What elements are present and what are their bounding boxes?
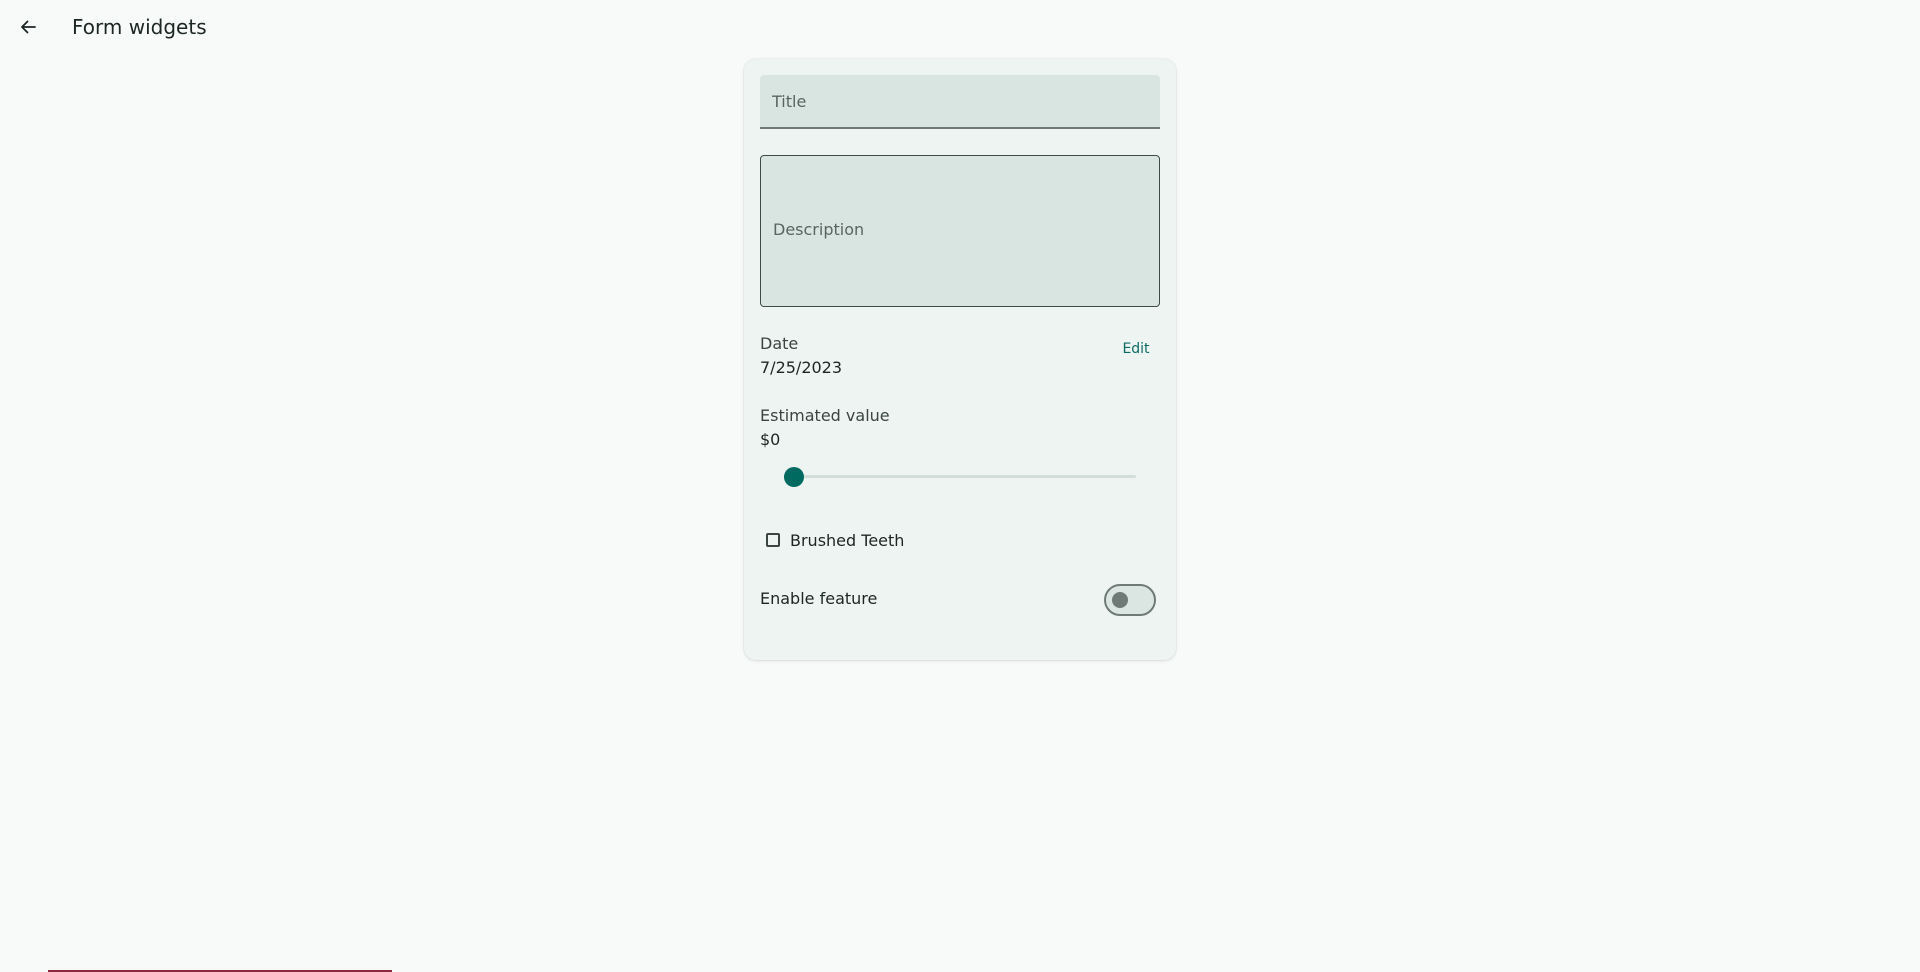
- estimated-value-amount: $0: [760, 430, 781, 449]
- enable-feature-label: Enable feature: [760, 589, 878, 608]
- enable-feature-switch[interactable]: [1104, 584, 1156, 616]
- title-field[interactable]: [760, 75, 1160, 129]
- slider-track: [784, 475, 1136, 478]
- description-field[interactable]: [760, 155, 1160, 307]
- description-input[interactable]: [761, 156, 1159, 306]
- estimated-value-slider[interactable]: [784, 465, 1136, 489]
- brushed-teeth-checkbox-row[interactable]: Brushed Teeth: [766, 529, 904, 551]
- edit-date-button[interactable]: Edit: [1112, 336, 1160, 362]
- slider-thumb[interactable]: [784, 467, 804, 487]
- date-label: Date: [760, 334, 799, 353]
- brushed-teeth-checkbox[interactable]: [766, 533, 780, 547]
- form-card: Date 7/25/2023 Edit Estimated value $0 B…: [744, 59, 1176, 660]
- arrow-left-icon: [21, 20, 36, 34]
- estimated-value-label: Estimated value: [760, 406, 890, 425]
- switch-thumb: [1112, 592, 1128, 608]
- date-value: 7/25/2023: [760, 358, 843, 377]
- app-bar: Form widgets: [0, 0, 1920, 54]
- back-button[interactable]: [14, 13, 42, 41]
- brushed-teeth-label: Brushed Teeth: [790, 530, 905, 550]
- page-title: Form widgets: [72, 15, 207, 39]
- title-input[interactable]: [760, 75, 1160, 127]
